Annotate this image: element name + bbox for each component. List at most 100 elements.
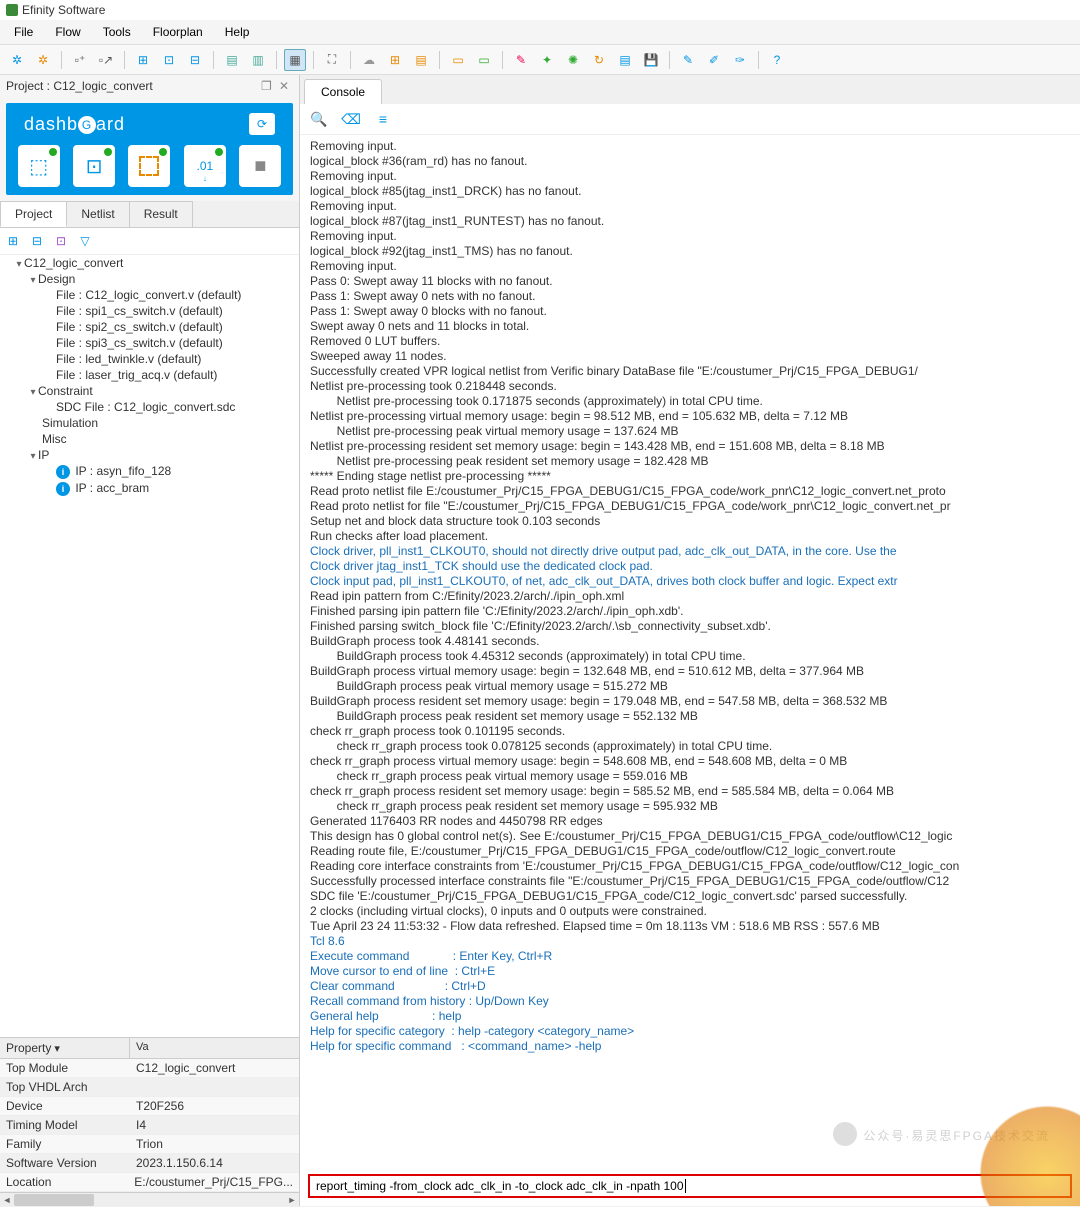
doc-2-icon[interactable]: ▥ [247, 49, 269, 71]
new-file-2-icon[interactable]: ▫↗ [95, 49, 117, 71]
project-tree[interactable]: ▾C12_logic_convert ▾Design File : C12_lo… [0, 255, 299, 1037]
cloud-icon[interactable]: ☁ [358, 49, 380, 71]
props-row[interactable]: Software Version2023.1.150.6.14 [0, 1154, 299, 1173]
scrollbar[interactable]: ◄ ► [0, 1192, 299, 1206]
link-icon[interactable]: ⊡ [52, 232, 70, 250]
detach-icon[interactable]: ❐ [261, 79, 275, 93]
expand-all-icon[interactable]: ⊞ [4, 232, 22, 250]
command-input[interactable]: report_timing -from_clock adc_clk_in -to… [308, 1174, 1072, 1198]
pen-2-icon[interactable]: ✐ [703, 49, 725, 71]
menu-help[interactable]: Help [215, 22, 260, 42]
props-row[interactable]: LocationE:/coustumer_Prj/C15_FPG... [0, 1173, 299, 1192]
wand-icon[interactable]: ✎ [510, 49, 532, 71]
tab-console[interactable]: Console [304, 79, 382, 104]
bug-icon[interactable]: ✺ [562, 49, 584, 71]
console-panel: Console 🔍 ⌫ ≡ Removing input.logical_blo… [300, 75, 1080, 1206]
tree-sdc[interactable]: SDC File : C12_logic_convert.sdc [0, 399, 299, 415]
props-row[interactable]: Timing ModelI4 [0, 1116, 299, 1135]
dash-btn-bitstream[interactable]: .01↓ [184, 145, 226, 187]
panel-title: Project : C12_logic_convert ❐ ✕ [0, 75, 299, 97]
grid-orange-icon[interactable]: ⊞ [384, 49, 406, 71]
report-icon[interactable]: ▤ [614, 49, 636, 71]
folder-open-icon[interactable]: ⊡ [158, 49, 180, 71]
close-panel-icon[interactable]: ✕ [279, 79, 293, 93]
folder-add-icon[interactable]: ⊞ [132, 49, 154, 71]
console-toolbar: 🔍 ⌫ ≡ [300, 104, 1080, 135]
tree-design[interactable]: ▾Design [0, 271, 299, 287]
left-tabs: Project Netlist Result [0, 201, 299, 228]
props-header-value[interactable]: Va [130, 1038, 155, 1058]
collapse-all-icon[interactable]: ⊟ [28, 232, 46, 250]
command-text: report_timing -from_clock adc_clk_in -to… [316, 1179, 684, 1193]
tree-ip-item[interactable]: i IP : acc_bram [0, 480, 299, 497]
separator [350, 51, 351, 69]
text-cursor [685, 1179, 686, 1193]
menu-tools[interactable]: Tools [93, 22, 141, 42]
tree-misc[interactable]: Misc [0, 431, 299, 447]
inspect-icon[interactable]: ▤ [410, 49, 432, 71]
props-header-property[interactable]: Property ▾ [0, 1038, 130, 1058]
dashboard: dashbGard ⟳ ⬚ ⊡ .01↓ ■ [6, 103, 293, 195]
pen-3-icon[interactable]: ✑ [729, 49, 751, 71]
main-toolbar: ✲ ✲ ▫⁺ ▫↗ ⊞ ⊡ ⊟ ▤ ▥ ▦ ⛶ ☁ ⊞ ▤ ▭ ▭ ✎ ✦ ✺ … [0, 45, 1080, 75]
spark-icon[interactable]: ✦ [536, 49, 558, 71]
tree-ip-item[interactable]: i IP : asyn_fifo_128 [0, 463, 299, 480]
folder-save-icon[interactable]: ⊟ [184, 49, 206, 71]
search-icon[interactable]: 🔍 [310, 110, 328, 128]
separator [439, 51, 440, 69]
note-icon[interactable]: ▭ [447, 49, 469, 71]
refresh-icon[interactable]: ↻ [588, 49, 610, 71]
tree-ip[interactable]: ▾IP [0, 447, 299, 463]
scroll-right-icon[interactable]: ► [285, 1193, 299, 1207]
tree-file[interactable]: File : led_twinkle.v (default) [0, 351, 299, 367]
clear-icon[interactable]: ⌫ [342, 110, 360, 128]
dash-btn-stop[interactable]: ■ [239, 145, 281, 187]
grid-icon[interactable]: ▦ [284, 49, 306, 71]
properties-panel: Property ▾ Va Top ModuleC12_logic_conver… [0, 1037, 299, 1206]
props-row[interactable]: FamilyTrion [0, 1135, 299, 1154]
filter-icon[interactable]: ▽ [76, 232, 94, 250]
gear-orange-icon[interactable]: ✲ [32, 49, 54, 71]
tree-constraint[interactable]: ▾Constraint [0, 383, 299, 399]
pen-icon[interactable]: ✎ [677, 49, 699, 71]
dash-btn-synthesis[interactable]: ⬚ [18, 145, 60, 187]
props-row[interactable]: Top ModuleC12_logic_convert [0, 1059, 299, 1078]
project-subtoolbar: ⊞ ⊟ ⊡ ▽ [0, 228, 299, 255]
tab-result[interactable]: Result [129, 201, 193, 227]
tree-file[interactable]: File : laser_trig_acq.v (default) [0, 367, 299, 383]
props-row[interactable]: DeviceT20F256 [0, 1097, 299, 1116]
help-icon[interactable]: ? [766, 49, 788, 71]
props-row[interactable]: Top VHDL Arch [0, 1078, 299, 1097]
titlebar: Efinity Software [0, 0, 1080, 20]
menu-file[interactable]: File [4, 22, 43, 42]
tree-simulation[interactable]: Simulation [0, 415, 299, 431]
settings-icon[interactable]: ≡ [374, 110, 392, 128]
dashboard-logo: dashbGard [24, 114, 125, 135]
expand-icon[interactable]: ⛶ [321, 49, 343, 71]
tab-project[interactable]: Project [0, 201, 67, 227]
dash-btn-place[interactable]: ⊡ [73, 145, 115, 187]
save-icon[interactable]: 💾 [640, 49, 662, 71]
tree-root[interactable]: ▾C12_logic_convert [0, 255, 299, 271]
tree-file[interactable]: File : spi1_cs_switch.v (default) [0, 303, 299, 319]
tab-netlist[interactable]: Netlist [66, 201, 129, 227]
note-2-icon[interactable]: ▭ [473, 49, 495, 71]
scroll-left-icon[interactable]: ◄ [0, 1193, 14, 1207]
gear-blue-icon[interactable]: ✲ [6, 49, 28, 71]
dash-btn-route[interactable] [128, 145, 170, 187]
tree-file[interactable]: File : spi2_cs_switch.v (default) [0, 319, 299, 335]
app-icon [6, 4, 18, 16]
menu-floorplan[interactable]: Floorplan [143, 22, 213, 42]
separator [213, 51, 214, 69]
app-title: Efinity Software [22, 3, 105, 17]
separator [276, 51, 277, 69]
new-file-icon[interactable]: ▫⁺ [69, 49, 91, 71]
doc-icon[interactable]: ▤ [221, 49, 243, 71]
scroll-thumb[interactable] [14, 1194, 94, 1206]
dashboard-refresh-icon[interactable]: ⟳ [249, 113, 275, 135]
menu-flow[interactable]: Flow [45, 22, 90, 42]
tree-file[interactable]: File : spi3_cs_switch.v (default) [0, 335, 299, 351]
tree-file[interactable]: File : C12_logic_convert.v (default) [0, 287, 299, 303]
separator [758, 51, 759, 69]
console-output[interactable]: Removing input.logical_block #36(ram_rd)… [300, 135, 1080, 1170]
